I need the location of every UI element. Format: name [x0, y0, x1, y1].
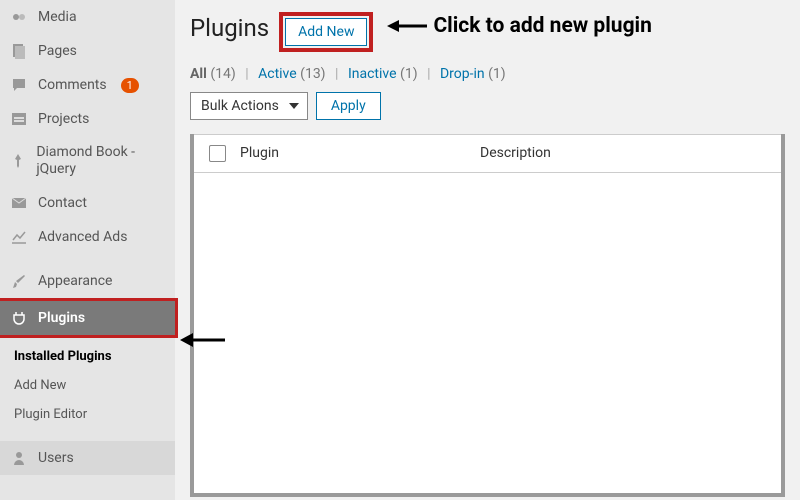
sidebar-item-label: Projects	[38, 111, 89, 127]
submenu-plugin-editor[interactable]: Plugin Editor	[0, 400, 175, 429]
filter-active[interactable]: Active	[258, 66, 297, 82]
annotation-text: Click to add new plugin	[433, 14, 651, 38]
column-plugin[interactable]: Plugin	[240, 135, 480, 172]
plugin-filters: All (14) | Active (13) | Inactive (1) | …	[190, 66, 785, 82]
sidebar-item-diamond-book[interactable]: Diamond Book - jQuery	[0, 136, 175, 186]
pages-icon	[10, 42, 28, 60]
select-all-checkbox[interactable]	[209, 145, 226, 162]
plug-icon	[10, 309, 28, 327]
plugins-submenu: Installed Plugins Add New Plugin Editor	[0, 338, 175, 433]
page-title: Plugins	[190, 14, 269, 42]
apply-button[interactable]: Apply	[316, 92, 381, 120]
annotation: Click to add new plugin	[387, 14, 651, 38]
media-icon	[10, 8, 28, 26]
sidebar-item-users[interactable]: Users	[0, 441, 175, 475]
sidebar-item-media[interactable]: Media	[0, 0, 175, 34]
arrow-left-icon	[387, 16, 427, 36]
sidebar-item-appearance[interactable]: Appearance	[0, 264, 175, 298]
submenu-add-new[interactable]: Add New	[0, 371, 175, 400]
sidebar-item-label: Media	[38, 9, 77, 25]
filter-inactive[interactable]: Inactive	[348, 66, 397, 82]
sidebar-item-label: Pages	[38, 43, 77, 59]
comments-icon	[10, 76, 28, 94]
bulk-actions-select[interactable]: Bulk Actions	[190, 92, 308, 120]
sidebar-item-label: Diamond Book - jQuery	[36, 144, 165, 178]
sidebar-item-comments[interactable]: Comments 1	[0, 68, 175, 102]
filter-dropin[interactable]: Drop-in	[440, 66, 485, 82]
sidebar-item-contact[interactable]: Contact	[0, 186, 175, 220]
table-body	[194, 173, 781, 493]
admin-sidebar: Media Pages Comments 1 Projects Diamond …	[0, 0, 175, 500]
main-content: Plugins Add New Click to add new plugin …	[175, 0, 800, 500]
sidebar-item-projects[interactable]: Projects	[0, 102, 175, 136]
filter-all[interactable]: All	[190, 66, 207, 82]
submenu-installed-plugins[interactable]: Installed Plugins	[0, 342, 175, 371]
column-description[interactable]: Description	[480, 135, 781, 172]
add-new-highlight: Add New	[279, 12, 373, 52]
user-icon	[10, 449, 28, 467]
arrow-left-icon	[180, 330, 225, 350]
sidebar-arrow-annotation	[180, 330, 225, 350]
chart-icon	[10, 228, 28, 246]
plugins-table: Plugin Description	[190, 134, 785, 497]
sidebar-item-plugins[interactable]: Plugins	[0, 298, 178, 338]
sidebar-item-pages[interactable]: Pages	[0, 34, 175, 68]
table-header: Plugin Description	[194, 134, 781, 173]
sidebar-item-label: Advanced Ads	[38, 229, 127, 245]
projects-icon	[10, 110, 28, 128]
pin-icon	[10, 152, 26, 170]
sidebar-item-label: Contact	[38, 195, 87, 211]
add-new-button[interactable]: Add New	[285, 18, 367, 46]
sidebar-item-label: Comments	[38, 77, 107, 93]
sidebar-item-label: Appearance	[38, 273, 112, 289]
bulk-actions-bar: Bulk Actions Apply	[190, 92, 785, 120]
sidebar-item-label: Plugins	[38, 310, 85, 326]
brush-icon	[10, 272, 28, 290]
sidebar-item-advanced-ads[interactable]: Advanced Ads	[0, 220, 175, 254]
comments-count-badge: 1	[121, 78, 139, 93]
envelope-icon	[10, 194, 28, 212]
sidebar-item-label: Users	[38, 450, 74, 466]
